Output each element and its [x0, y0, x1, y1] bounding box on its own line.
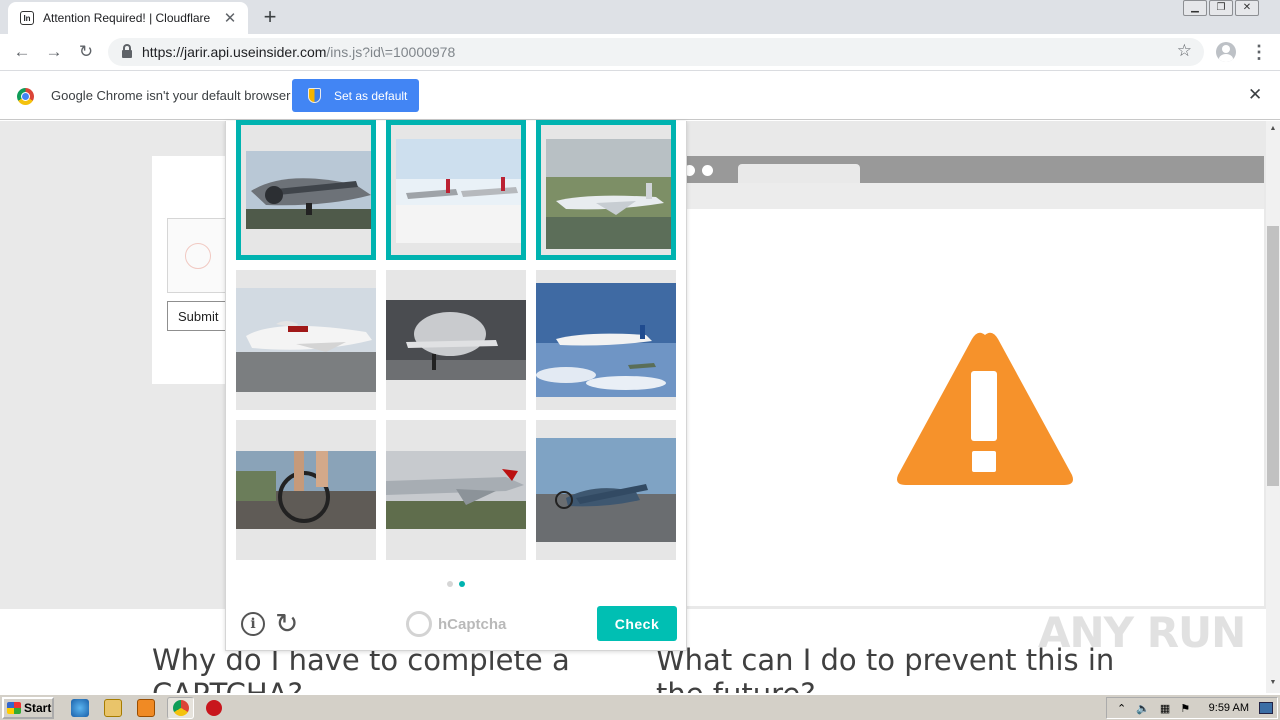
action-center-flag-icon[interactable]: ⚑ [1180, 702, 1190, 715]
warbird-on-runway-image [536, 438, 676, 542]
airplane-hangar-image [386, 300, 526, 380]
show-desktop-icon[interactable] [1259, 702, 1273, 714]
chrome-icon [173, 700, 189, 716]
anyrun-watermark: ANY RUN [1038, 608, 1246, 657]
taskbar-clock[interactable]: 9:59 AM [1209, 702, 1249, 714]
pager-dot-2[interactable] [459, 581, 465, 587]
chrome-logo-icon [17, 88, 34, 105]
tab-strip: In Attention Required! | Cloudflare ✕ + … [0, 0, 1280, 34]
browser-tab[interactable]: In Attention Required! | Cloudflare ✕ [8, 2, 248, 34]
media-player-icon[interactable] [137, 699, 155, 717]
start-button[interactable]: Start [2, 697, 54, 719]
pager-dot-1[interactable] [447, 581, 453, 587]
captcha-tile[interactable] [536, 120, 676, 260]
page-scrollbar[interactable]: ▲ ▼ [1266, 121, 1280, 693]
new-tab-icon[interactable]: + [258, 5, 282, 29]
captcha-tile[interactable] [536, 270, 676, 410]
illustration-titlebar [680, 156, 1264, 183]
reload-icon[interactable]: ↻ [74, 40, 98, 64]
hcaptcha-brand: hCaptcha [438, 615, 507, 633]
url-host: https://jarir.api.useinsider.com [142, 44, 327, 60]
restore-icon[interactable]: ❐ [1209, 0, 1233, 16]
refresh-icon[interactable]: ↻ [275, 610, 298, 638]
infobar-close-icon[interactable]: ✕ [1248, 85, 1262, 105]
fighter-jet-image [386, 451, 526, 529]
browser-toolbar: ← → ↻ https://jarir.api.useinsider.com/i… [0, 34, 1280, 70]
bookmark-star-icon[interactable]: ☆ [1177, 41, 1192, 61]
trimotor-airplane-image [246, 151, 371, 229]
airliner-in-flight-image [536, 283, 676, 397]
captcha-tile[interactable] [386, 270, 526, 410]
bicycle-wheels-image [236, 451, 376, 529]
submit-button[interactable]: Submit [167, 301, 229, 331]
chrome-taskbar-button[interactable] [167, 697, 194, 719]
captcha-tile[interactable] [236, 420, 376, 560]
start-label: Start [24, 701, 52, 715]
forward-arrow-icon[interactable]: → [42, 40, 66, 64]
network-icon[interactable]: ▦ [1160, 702, 1170, 715]
volume-icon[interactable]: 🔈 [1136, 702, 1150, 715]
uac-shield-icon [308, 88, 321, 103]
close-window-icon[interactable]: ✕ [1235, 0, 1259, 16]
captcha-tile[interactable] [386, 420, 526, 560]
site-favicon-icon: In [20, 11, 34, 25]
captcha-tile[interactable] [236, 270, 376, 410]
address-bar[interactable]: https://jarir.api.useinsider.com/ins.js?… [108, 38, 1204, 66]
scroll-up-arrow-icon[interactable]: ▲ [1266, 125, 1280, 132]
tray-expand-icon[interactable]: ⌃ [1117, 702, 1126, 715]
captcha-tile[interactable] [536, 420, 676, 560]
system-tray: ⌃ 🔈 ▦ ⚑ 9:59 AM [1106, 697, 1278, 719]
infobar-message: Google Chrome isn't your default browser [51, 88, 291, 103]
illustration-tab [738, 164, 860, 183]
set-as-default-button[interactable]: Set as default [292, 79, 419, 112]
default-browser-infobar: Google Chrome isn't your default browser… [0, 70, 1280, 120]
illustration-dot [702, 165, 713, 176]
scroll-down-arrow-icon[interactable]: ▼ [1266, 679, 1280, 686]
captcha-tile[interactable] [236, 120, 376, 260]
browser-illustration [680, 156, 1264, 606]
file-explorer-icon[interactable] [104, 699, 122, 717]
prop-airliners-image [396, 139, 521, 243]
antivirus-alert-icon[interactable] [206, 700, 222, 716]
profile-avatar-icon[interactable] [1216, 42, 1236, 62]
illustration-body [680, 209, 1264, 606]
internet-explorer-icon[interactable] [71, 699, 89, 717]
lock-icon [122, 44, 132, 58]
menu-kebab-icon[interactable]: ⋮ [1250, 40, 1268, 64]
back-arrow-icon[interactable]: ← [10, 40, 34, 64]
captcha-tile[interactable] [386, 120, 526, 260]
warning-triangle-icon [897, 332, 1073, 485]
hcaptcha-logo: hCaptcha [406, 611, 506, 637]
check-button[interactable]: Check [597, 606, 677, 641]
info-icon[interactable]: i [241, 612, 265, 636]
window-controls: ▁ ❐ ✕ [1183, 0, 1259, 18]
boeing-747-image [236, 288, 376, 392]
loading-spinner-icon [185, 243, 211, 269]
hcaptcha-mark-icon [406, 611, 432, 637]
jet-airliner-image [546, 139, 671, 249]
close-tab-icon[interactable]: ✕ [222, 9, 238, 27]
tab-title: Attention Required! | Cloudflare [43, 11, 211, 25]
illustration-addressbar [680, 183, 1264, 209]
hcaptcha-challenge: i ↻ hCaptcha Check [225, 120, 687, 651]
windows-taskbar: Start ⌃ 🔈 ▦ ⚑ 9:59 AM [0, 694, 1280, 720]
minimize-icon[interactable]: ▁ [1183, 0, 1207, 16]
url-path: /ins.js?id\=10000978 [326, 44, 456, 60]
scrollbar-thumb[interactable] [1267, 226, 1279, 486]
set-as-default-label: Set as default [334, 88, 408, 103]
windows-flag-icon [7, 702, 21, 714]
